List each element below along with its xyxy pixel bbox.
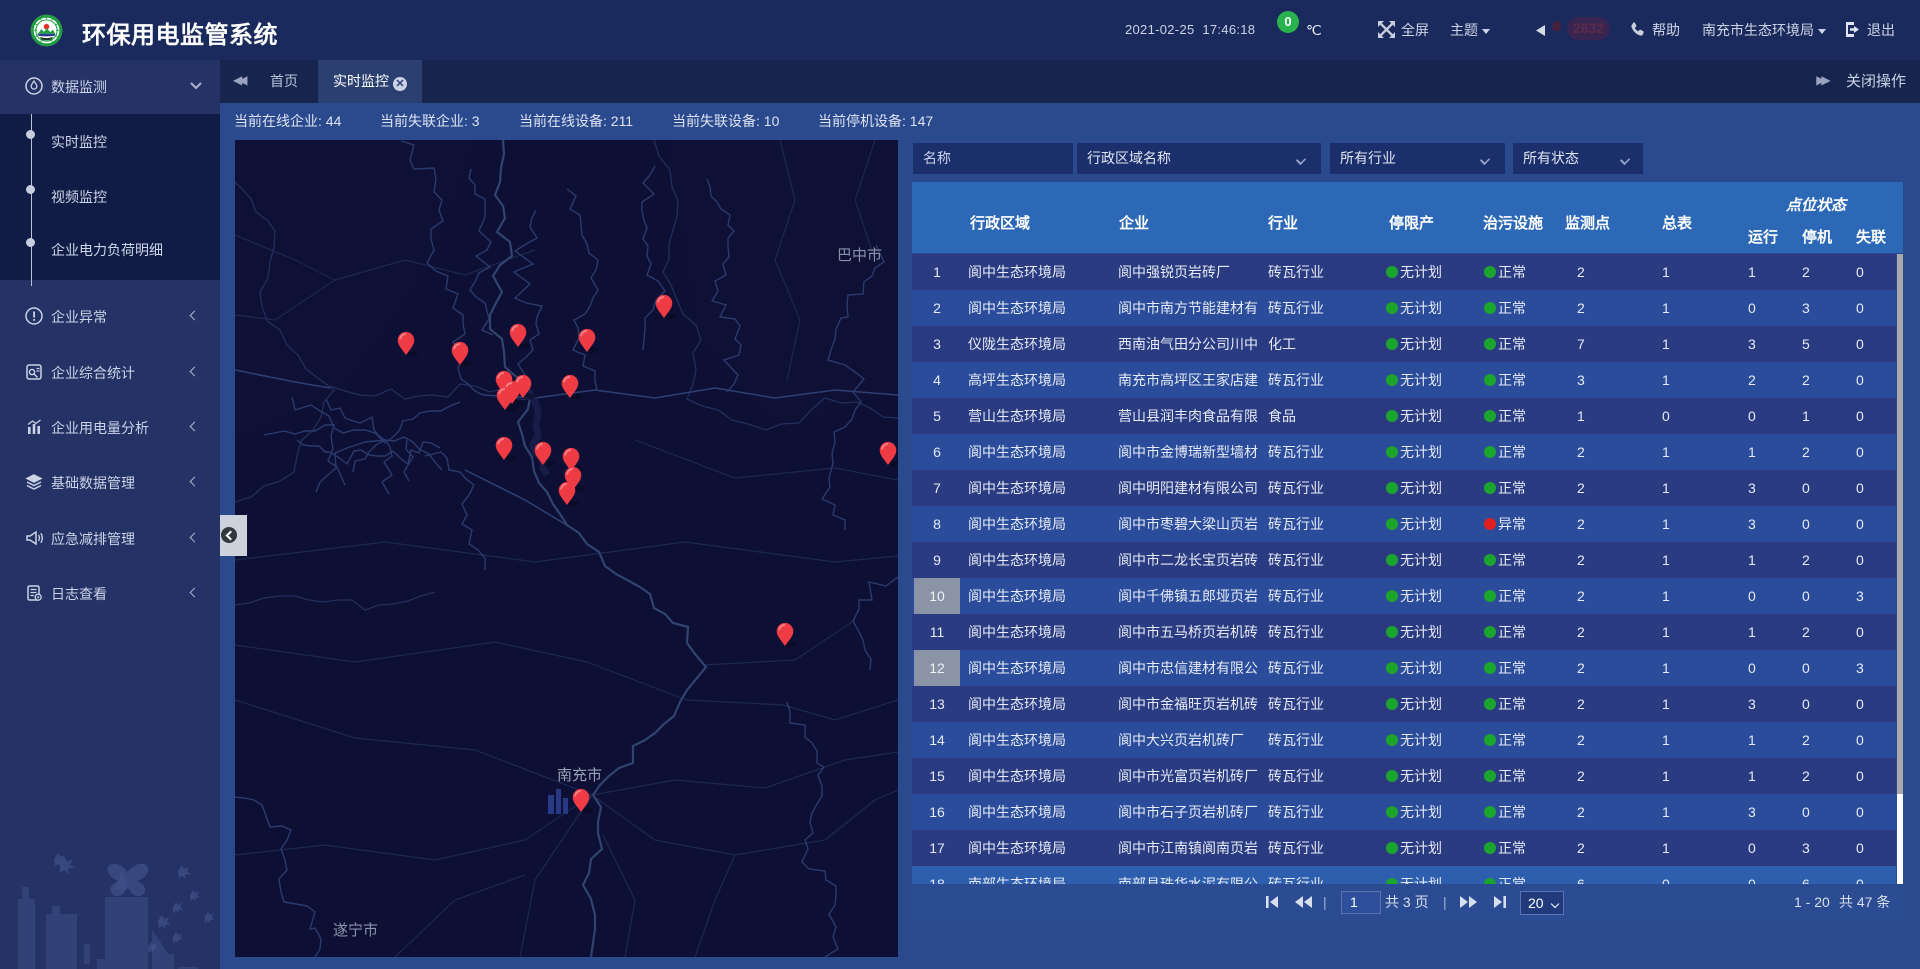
svg-text:南充市: 南充市 xyxy=(557,767,602,784)
svg-text:巴中市: 巴中市 xyxy=(837,247,882,264)
svg-text:遂宁市: 遂宁市 xyxy=(333,922,378,939)
